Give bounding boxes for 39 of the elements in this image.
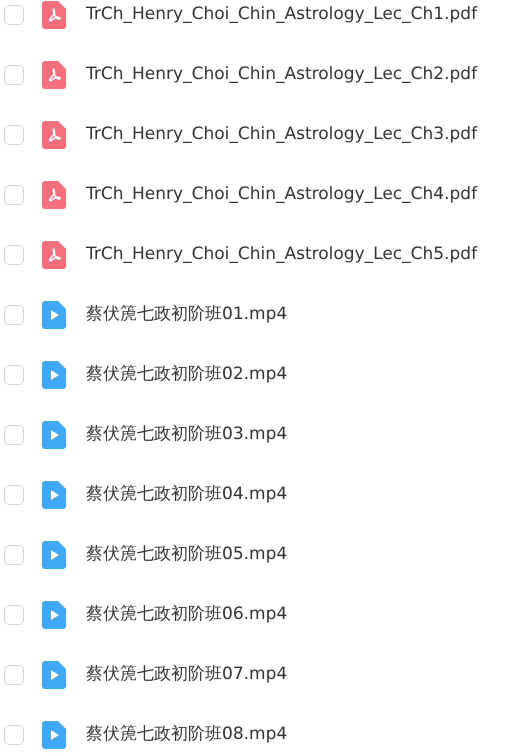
file-name[interactable]: 蔡伏箎七政初阶班05.mp4 xyxy=(86,542,288,568)
checkbox[interactable] xyxy=(4,65,24,85)
checkbox[interactable] xyxy=(4,725,24,745)
video-file-icon xyxy=(42,541,66,569)
checkbox[interactable] xyxy=(4,545,24,565)
file-name[interactable]: TrCh_Henry_Choi_Chin_Astrology_Lec_Ch4.pdf xyxy=(86,182,478,208)
file-name[interactable]: 蔡伏箎七政初阶班07.mp4 xyxy=(86,662,288,688)
file-name[interactable]: TrCh_Henry_Choi_Chin_Astrology_Lec_Ch3.pdf xyxy=(86,122,478,148)
video-file-icon xyxy=(42,661,66,689)
pdf-file-icon xyxy=(42,121,66,149)
pdf-file-icon xyxy=(42,241,66,269)
file-name[interactable]: TrCh_Henry_Choi_Chin_Astrology_Lec_Ch5.pdf xyxy=(86,242,478,268)
pdf-file-icon xyxy=(42,1,66,29)
file-name[interactable]: 蔡伏箎七政初阶班08.mp4 xyxy=(86,722,288,748)
checkbox[interactable] xyxy=(4,485,24,505)
checkbox[interactable] xyxy=(4,5,24,25)
video-file-icon xyxy=(42,601,66,629)
pdf-file-icon xyxy=(42,61,66,89)
checkbox[interactable] xyxy=(4,665,24,685)
file-name[interactable]: 蔡伏箎七政初阶班04.mp4 xyxy=(86,482,288,508)
checkbox[interactable] xyxy=(4,185,24,205)
video-file-icon xyxy=(42,721,66,749)
checkbox[interactable] xyxy=(4,305,24,325)
video-file-icon xyxy=(42,301,66,329)
file-name[interactable]: TrCh_Henry_Choi_Chin_Astrology_Lec_Ch2.pdf xyxy=(86,62,478,88)
video-file-icon xyxy=(42,361,66,389)
file-name[interactable]: 蔡伏箎七政初阶班06.mp4 xyxy=(86,602,288,628)
checkbox[interactable] xyxy=(4,245,24,265)
checkbox[interactable] xyxy=(4,365,24,385)
video-file-icon xyxy=(42,481,66,509)
pdf-file-icon xyxy=(42,181,66,209)
checkbox[interactable] xyxy=(4,125,24,145)
file-name[interactable]: TrCh_Henry_Choi_Chin_Astrology_Lec_Ch1.pdf xyxy=(86,2,478,28)
video-file-icon xyxy=(42,421,66,449)
file-name[interactable]: 蔡伏箎七政初阶班02.mp4 xyxy=(86,362,288,388)
file-name[interactable]: 蔡伏箎七政初阶班03.mp4 xyxy=(86,422,288,448)
file-name[interactable]: 蔡伏箎七政初阶班01.mp4 xyxy=(86,302,288,328)
checkbox[interactable] xyxy=(4,605,24,625)
checkbox[interactable] xyxy=(4,425,24,445)
